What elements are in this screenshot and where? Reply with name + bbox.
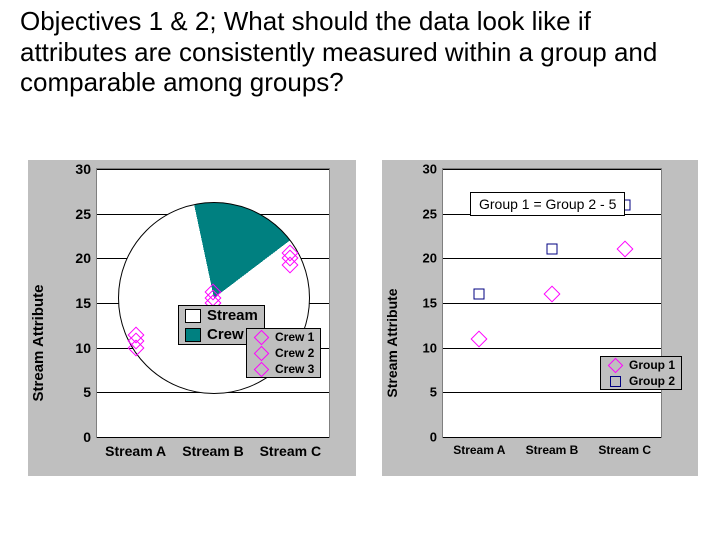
chart-left-plot: 051015202530Stream AStream BStream C xyxy=(96,168,330,438)
y-tick-label: 20 xyxy=(75,250,91,266)
x-tick-label: Stream A xyxy=(105,443,166,459)
crew-legend-label: Crew 2 xyxy=(275,346,314,360)
pie-legend-label: Stream xyxy=(207,307,258,324)
y-tick-label: 15 xyxy=(75,295,91,311)
data-point xyxy=(547,244,558,255)
group-legend-label: Group 2 xyxy=(629,374,675,388)
y-tick-label: 30 xyxy=(75,161,91,177)
annotation-box: Group 1 = Group 2 - 5 xyxy=(470,192,625,216)
group-legend-row: Group 1 xyxy=(601,357,681,373)
y-tick-label: 0 xyxy=(430,430,437,445)
pie-legend-swatch-stream xyxy=(185,309,201,323)
chart-left: Stream Attribute 051015202530Stream AStr… xyxy=(28,160,356,476)
gridline xyxy=(97,437,329,438)
gridline xyxy=(97,169,329,170)
x-tick-label: Stream B xyxy=(526,443,579,457)
y-tick-label: 20 xyxy=(423,251,437,266)
crew-legend-row: Crew 2 xyxy=(247,345,320,361)
data-point xyxy=(616,241,633,258)
data-point xyxy=(544,286,561,303)
diamond-icon xyxy=(608,357,624,373)
group-legend-label: Group 1 xyxy=(629,358,675,372)
chart-left-ylabel: Stream Attribute xyxy=(30,285,47,402)
x-tick-label: Stream B xyxy=(182,443,243,459)
y-tick-label: 30 xyxy=(423,162,437,177)
pie-legend-row-stream: Stream xyxy=(179,306,264,325)
gridline xyxy=(443,303,661,304)
y-tick-label: 25 xyxy=(75,206,91,222)
y-tick-label: 5 xyxy=(83,384,91,400)
crew-legend-row: Crew 1 xyxy=(247,329,320,345)
data-point xyxy=(471,330,488,347)
x-tick-label: Stream A xyxy=(453,443,505,457)
y-tick-label: 10 xyxy=(423,340,437,355)
diamond-icon xyxy=(254,345,270,361)
y-tick-label: 5 xyxy=(430,385,437,400)
group-legend-row: Group 2 xyxy=(601,373,681,389)
y-tick-label: 0 xyxy=(83,429,91,445)
crew-legend-label: Crew 1 xyxy=(275,330,314,344)
diamond-icon xyxy=(254,329,270,345)
gridline xyxy=(443,348,661,349)
diamond-icon xyxy=(254,361,270,377)
chart-right-ylabel: Stream Attribute xyxy=(384,289,400,398)
gridline xyxy=(443,392,661,393)
square-icon xyxy=(610,376,621,387)
x-tick-label: Stream C xyxy=(260,443,321,459)
pie-legend-label: Crew xyxy=(207,326,244,343)
y-tick-label: 25 xyxy=(423,206,437,221)
slide: Objectives 1 & 2; What should the data l… xyxy=(0,0,720,540)
gridline xyxy=(443,169,661,170)
crew-legend-label: Crew 3 xyxy=(275,362,314,376)
gridline xyxy=(443,258,661,259)
slide-title: Objectives 1 & 2; What should the data l… xyxy=(20,6,700,98)
x-tick-label: Stream C xyxy=(598,443,651,457)
y-tick-label: 15 xyxy=(423,296,437,311)
group-legend: Group 1 Group 2 xyxy=(600,356,682,390)
crew-legend-row: Crew 3 xyxy=(247,361,320,377)
y-tick-label: 10 xyxy=(75,340,91,356)
gridline xyxy=(443,437,661,438)
pie-legend-swatch-crew xyxy=(185,328,201,342)
data-point xyxy=(474,289,485,300)
crew-legend: Crew 1 Crew 2 Crew 3 xyxy=(246,328,321,378)
